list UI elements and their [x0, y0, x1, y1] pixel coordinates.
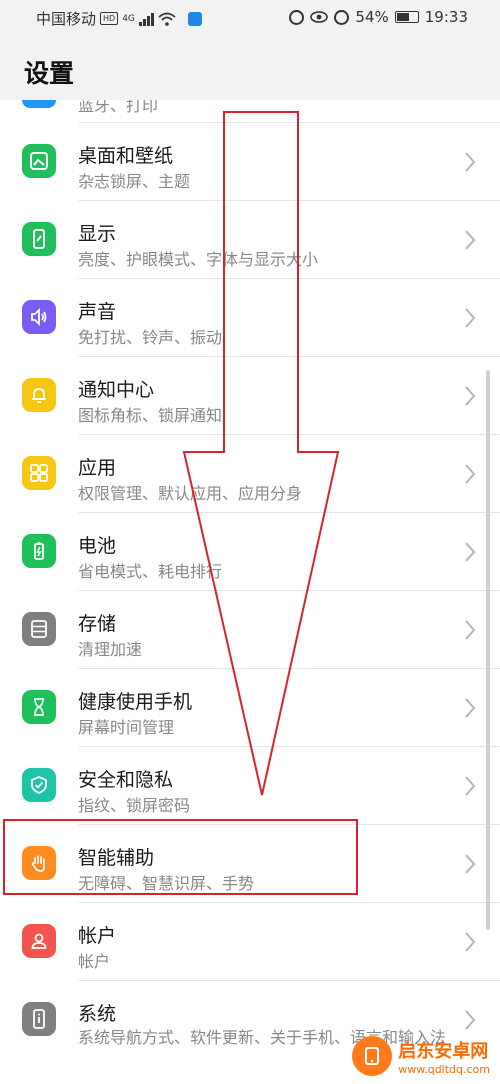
list-item-subtitle: 帐户: [78, 952, 111, 971]
list-item-subtitle: 亮度、护眼模式、字体与显示大小: [78, 250, 319, 269]
battery-percent: 54%: [355, 8, 389, 26]
settings-item-smart-assistance[interactable]: 智能辅助 无障碍、智慧识屏、手势: [0, 825, 500, 903]
settings-item-sound[interactable]: 声音 免打扰、铃声、振动: [0, 279, 500, 357]
header: 设置: [0, 36, 500, 100]
list-item-subtitle: 免打扰、铃声、振动: [78, 328, 223, 347]
wallpaper-icon: [22, 144, 56, 178]
hourglass-icon: [22, 690, 56, 724]
list-item-subtitle: 无障碍、智慧识屏、手势: [78, 874, 255, 893]
chevron-right-icon: [465, 464, 476, 484]
apps-grid-icon: [22, 456, 56, 490]
list-item-subtitle: 省电模式、耗电排行: [78, 562, 223, 581]
watermark-text: 启东安卓网 www.qdltdq.com: [398, 1037, 490, 1076]
chevron-right-icon: [465, 620, 476, 640]
chevron-right-icon: [465, 776, 476, 796]
list-item-title: 帐户: [78, 925, 117, 947]
list-item-title: 系统: [78, 1003, 117, 1025]
settings-item-apps[interactable]: 应用 权限管理、默认应用、应用分身: [0, 435, 500, 513]
chevron-right-icon: [465, 854, 476, 874]
chevron-right-icon: [465, 308, 476, 328]
list-item-subtitle: 蓝牙、打印: [78, 100, 159, 115]
list-item-title: 电池: [78, 535, 117, 557]
list-item-title: 显示: [78, 223, 117, 245]
settings-item-display[interactable]: 显示 亮度、护眼模式、字体与显示大小: [0, 201, 500, 279]
list-item-subtitle: 图标角标、锁屏通知: [78, 406, 223, 425]
hand-icon: [22, 846, 56, 880]
clock: 19:33: [424, 8, 468, 26]
wifi-icon: [158, 12, 176, 26]
chevron-right-icon: [465, 932, 476, 952]
nfc-icon: [289, 9, 305, 25]
hd-badge: HD: [100, 12, 119, 25]
user-icon: [22, 924, 56, 958]
watermark-url: www.qdltdq.com: [398, 1062, 490, 1076]
battery-settings-icon: [22, 534, 56, 568]
display-icon: [22, 222, 56, 256]
speaker-icon: [22, 300, 56, 334]
settings-item-desktop-wallpaper[interactable]: 桌面和壁纸 杂志锁屏、主题: [0, 123, 500, 201]
bluetooth-icon: [22, 100, 56, 108]
storage-icon: [22, 612, 56, 646]
list-item-subtitle: 杂志锁屏、主题: [78, 172, 191, 191]
list-item-title: 通知中心: [78, 379, 155, 401]
chevron-right-icon: [465, 542, 476, 562]
watermark: 启东安卓网 www.qdltdq.com: [352, 1032, 490, 1080]
watermark-logo-icon: [352, 1036, 393, 1076]
settings-list: 桌面和壁纸 杂志锁屏、主题 显示 亮度、护眼模式、字体与显示大小 声音 免打扰、…: [0, 123, 500, 1077]
list-item-title: 健康使用手机: [78, 691, 193, 713]
battery-icon: [394, 11, 419, 23]
chevron-right-icon: [465, 1010, 476, 1030]
chevron-right-icon: [465, 152, 476, 172]
bell-icon: [22, 378, 56, 412]
settings-item-battery[interactable]: 电池 省电模式、耗电排行: [0, 513, 500, 591]
system-info-icon: [22, 1002, 56, 1036]
page-title: 设置: [24, 59, 75, 88]
list-item-title: 声音: [78, 301, 117, 323]
list-item-title: 安全和隐私: [78, 769, 174, 791]
shield-icon: [22, 768, 56, 802]
signal-icon: [138, 12, 154, 26]
chevron-right-icon: [465, 386, 476, 406]
list-item-title: 智能辅助: [78, 847, 155, 869]
alarm-icon: [334, 9, 350, 25]
settings-item-digital-health[interactable]: 健康使用手机 屏幕时间管理: [0, 669, 500, 747]
list-item-subtitle: 屏幕时间管理: [78, 718, 175, 737]
watermark-name: 启东安卓网: [398, 1040, 489, 1062]
eye-comfort-icon: [310, 11, 329, 23]
list-item-title: 应用: [78, 457, 117, 479]
list-item-clipped[interactable]: 蓝牙、打印: [0, 100, 500, 123]
settings-item-notification[interactable]: 通知中心 图标角标、锁屏通知: [0, 357, 500, 435]
list-item-subtitle: 权限管理、默认应用、应用分身: [78, 484, 303, 503]
settings-item-storage[interactable]: 存储 清理加速: [0, 591, 500, 669]
chevron-right-icon: [465, 698, 476, 718]
settings-item-account[interactable]: 帐户 帐户: [0, 903, 500, 981]
network-type: 4G: [122, 13, 135, 24]
list-item-subtitle: 指纹、锁屏密码: [78, 796, 191, 815]
list-item-title: 存储: [78, 613, 117, 635]
list-item-title: 桌面和壁纸: [78, 145, 174, 167]
scrollbar[interactable]: [486, 370, 490, 930]
app-notification-icon: [187, 11, 202, 26]
carrier-label: 中国移动: [36, 10, 97, 28]
settings-item-security-privacy[interactable]: 安全和隐私 指纹、锁屏密码: [0, 747, 500, 825]
chevron-right-icon: [465, 230, 476, 250]
status-bar: 中国移动 HD 4G 54% 19:33: [0, 0, 500, 36]
list-item-subtitle: 清理加速: [78, 640, 143, 659]
